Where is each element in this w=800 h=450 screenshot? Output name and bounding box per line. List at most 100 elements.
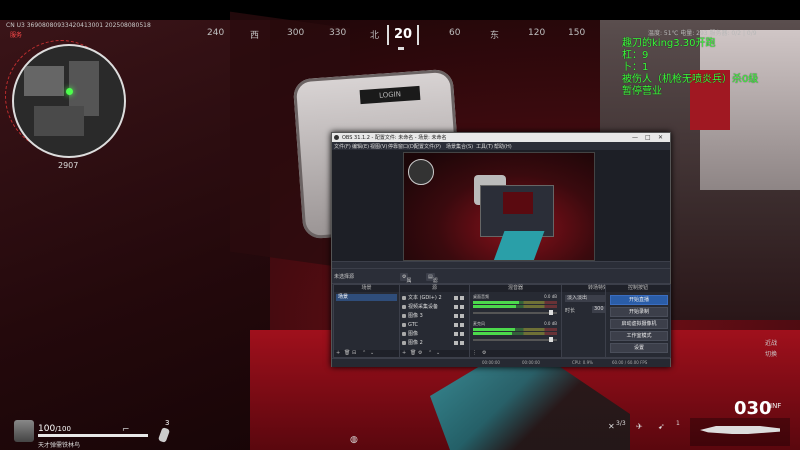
- sources-dock: 源 文本 (GDI+) 2 视频采集设备 图像 3 GTC 图像 图像 2 + …: [399, 284, 470, 358]
- scenes-dock-toolbar: + 🗑 ⊟ ⌃ ⌄: [334, 350, 399, 357]
- settings-button[interactable]: 设置: [610, 343, 668, 353]
- compass-tick: 330: [329, 28, 347, 38]
- volume-slider-handle[interactable]: [549, 310, 553, 315]
- letterbox-top: [0, 0, 800, 20]
- menu-edit[interactable]: 编辑(E): [352, 143, 369, 150]
- mixer-dock: 混音器 桌面音频 0.0 dB 麦克风 0.0 dB ⋮ ⚙: [469, 284, 562, 358]
- mixer-dock-title: 混音器: [470, 285, 561, 292]
- transition-selected: 淡入淡出: [567, 295, 588, 301]
- overlay-line: 卜：1: [622, 62, 649, 73]
- source-item[interactable]: 图像: [402, 330, 466, 338]
- top-right-info: 温度: 51℃ 电量: 293 服务器: 0/2 | 0/9: [648, 30, 757, 37]
- preview-overlay-text: [554, 155, 590, 171]
- start-recording-button[interactable]: 开始录制: [610, 307, 668, 317]
- eye-icon[interactable]: [454, 323, 458, 327]
- lock-icon[interactable]: [460, 323, 464, 327]
- lock-icon[interactable]: [460, 332, 464, 336]
- filters-button[interactable]: ▤ 滤镜: [426, 273, 438, 292]
- source-item[interactable]: 视频采集设备: [402, 303, 466, 311]
- eye-icon[interactable]: [454, 305, 458, 309]
- lock-icon[interactable]: [460, 341, 464, 345]
- compass-tick: 150: [568, 28, 586, 38]
- move-source-up-button[interactable]: ⌃: [428, 350, 432, 356]
- menu-scene-collection[interactable]: 场景集合(S): [446, 143, 473, 150]
- scenes-dock-title: 场景: [334, 285, 399, 292]
- source-item[interactable]: 文本 (GDI+) 2: [402, 294, 466, 302]
- menu-docks[interactable]: 停靠窗口(D): [388, 143, 416, 150]
- mixer-settings-icon[interactable]: ⚙: [482, 350, 486, 356]
- stream-overlay-text: 趣刀的king3.30开跑 杠：9 卜：1 被伤人（机枪无喷炎兵）杀0级 暂停营…: [622, 38, 758, 98]
- minimap-player-marker: [66, 88, 73, 95]
- menu-view[interactable]: 视图(V): [370, 143, 387, 150]
- health-bar-fill: [38, 434, 148, 437]
- preview-canvas[interactable]: [403, 152, 595, 261]
- preview-area[interactable]: [332, 150, 670, 261]
- menu-profile[interactable]: 配置文件(P): [414, 143, 441, 150]
- move-scene-down-button[interactable]: ⌄: [370, 350, 374, 356]
- stream-time: 00:00:00: [482, 360, 500, 365]
- obs-logo-icon: [334, 135, 339, 140]
- lock-icon[interactable]: [460, 296, 464, 300]
- mixer-volume-slider[interactable]: [473, 337, 557, 342]
- mixer-options-icon[interactable]: ⋮: [472, 350, 477, 356]
- lock-icon[interactable]: [460, 314, 464, 318]
- menu-file[interactable]: 文件(F): [334, 143, 351, 150]
- minimize-button[interactable]: —: [632, 134, 638, 141]
- move-source-down-button[interactable]: ⌄: [436, 350, 440, 356]
- remove-source-button[interactable]: 🗑: [410, 350, 416, 356]
- studio-mode-button[interactable]: 工作室模式: [610, 331, 668, 341]
- mixer-channel-name: 桌面音频: [473, 294, 489, 299]
- source-settings-button[interactable]: ⚙: [418, 350, 422, 356]
- volume-slider-handle[interactable]: [549, 337, 553, 342]
- eye-icon[interactable]: [454, 314, 458, 318]
- minimap-building: [34, 106, 84, 136]
- obs-status-bar: 00:00:00 00:00:00 CPU: 0.9% 60.00 / 60.0…: [332, 358, 670, 367]
- source-item[interactable]: 图像 2: [402, 339, 466, 347]
- mixer-volume-slider[interactable]: [473, 310, 557, 315]
- properties-button[interactable]: ⚙ 属性: [400, 273, 412, 292]
- start-virtual-camera-button[interactable]: 启动虚拟摄像机: [610, 319, 668, 329]
- move-scene-up-button[interactable]: ⌃: [362, 350, 366, 356]
- controls-dock-title: 控制按钮: [606, 285, 670, 292]
- mixer-level: [473, 305, 516, 308]
- health-readout: 100/100: [38, 424, 71, 434]
- scene-list-item[interactable]: 场景: [336, 294, 397, 301]
- mixer-channel-db: 0.0 dB: [544, 321, 557, 326]
- overlay-line: 杠：9: [622, 50, 649, 61]
- remove-scene-button[interactable]: 🗑: [344, 350, 350, 356]
- add-source-button[interactable]: +: [402, 350, 406, 356]
- start-streaming-button[interactable]: 开始直播: [610, 295, 668, 305]
- source-toolbar: 未选择源 ⚙ 属性 ▤ 滤镜: [332, 268, 670, 292]
- controls-dock: 控制按钮 开始直播 开始录制 启动虚拟摄像机 工作室模式 设置: [605, 284, 671, 358]
- maximize-button[interactable]: □: [645, 134, 651, 141]
- obs-window[interactable]: OBS 31.1.2 - 配置文件: 未命名 - 场景: 未命名 — □ ✕ 文…: [331, 132, 671, 367]
- drone-icon: ✈: [636, 422, 643, 431]
- player-portrait: [14, 420, 34, 442]
- preview-nested-canvas: [503, 192, 533, 214]
- source-item[interactable]: 图像 3: [402, 312, 466, 320]
- source-label: 视频采集设备: [408, 304, 439, 310]
- image-source-icon: [402, 314, 406, 318]
- side-hint: 近战: [765, 340, 778, 347]
- camera-source-icon: [402, 305, 406, 309]
- add-scene-button[interactable]: +: [336, 350, 340, 356]
- health-bar: [38, 434, 148, 437]
- close-button[interactable]: ✕: [658, 134, 663, 141]
- eye-icon[interactable]: [454, 296, 458, 300]
- obs-titlebar[interactable]: OBS 31.1.2 - 配置文件: 未命名 - 场景: 未命名 — □ ✕: [332, 133, 670, 142]
- source-label: 图像: [408, 331, 419, 337]
- source-item[interactable]: GTC: [402, 321, 466, 329]
- menu-tools[interactable]: 工具(T): [476, 143, 493, 150]
- menu-help[interactable]: 帮助(H): [494, 143, 512, 150]
- compass-tick: 300: [287, 28, 305, 38]
- ammo-reserve: INF: [770, 402, 782, 410]
- source-label: 图像 3: [408, 313, 423, 319]
- lock-icon[interactable]: [460, 305, 464, 309]
- scene-filter-button[interactable]: ⊟: [352, 350, 356, 356]
- eye-icon[interactable]: [454, 332, 458, 336]
- no-source-label: 未选择源: [334, 274, 355, 280]
- eye-icon[interactable]: [454, 341, 458, 345]
- killstreak-panel: ✕ 3/3 ✈ ➹ 1: [608, 418, 688, 446]
- side-hint: 切换: [765, 351, 778, 358]
- image-source-icon: [402, 341, 406, 345]
